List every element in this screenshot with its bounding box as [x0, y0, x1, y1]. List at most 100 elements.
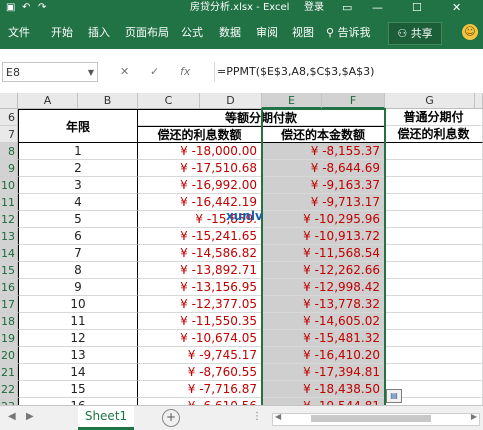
principal-cell[interactable]: ¥ -8,644.69: [262, 160, 385, 177]
row-header[interactable]: 21: [0, 364, 18, 381]
principal-cell[interactable]: ¥ -8,155.37: [262, 143, 385, 160]
row-header[interactable]: 16: [0, 279, 18, 296]
column-header-b[interactable]: B: [78, 93, 138, 109]
empty-cell-g[interactable]: [385, 177, 483, 194]
feedback-smiley-icon[interactable]: ☺: [462, 24, 478, 40]
cancel-icon[interactable]: ✕: [120, 64, 129, 80]
interest-cell[interactable]: ¥ -8,760.55: [138, 364, 262, 381]
row-header[interactable]: 11: [0, 194, 18, 211]
year-cell[interactable]: 11: [18, 313, 138, 330]
close-button[interactable]: ✕: [452, 0, 461, 16]
year-cell[interactable]: 1: [18, 143, 138, 160]
year-cell[interactable]: 13: [18, 347, 138, 364]
principal-cell[interactable]: ¥ -9,713.17: [262, 194, 385, 211]
chevron-down-icon[interactable]: ▼: [88, 63, 94, 83]
principal-cell[interactable]: ¥ -16,410.20: [262, 347, 385, 364]
minimize-button[interactable]: —: [372, 0, 383, 16]
row-header[interactable]: 23: [0, 398, 18, 405]
empty-cell-g[interactable]: [385, 296, 483, 313]
empty-cell-g[interactable]: [385, 228, 483, 245]
row-header[interactable]: 18: [0, 313, 18, 330]
horizontal-scrollbar[interactable]: ◀ ▶: [272, 412, 480, 426]
principal-cell[interactable]: ¥ -10,913.72: [262, 228, 385, 245]
year-cell[interactable]: 8: [18, 262, 138, 279]
principal-cell[interactable]: ¥ -17,394.81: [262, 364, 385, 381]
name-box[interactable]: E8 ▼: [2, 62, 98, 82]
formula-input[interactable]: =PPMT($E$3,A8,$C$3,$A$3): [214, 62, 483, 82]
empty-cell-g[interactable]: [385, 194, 483, 211]
tab-scroll-left-icon[interactable]: ◀: [8, 410, 16, 424]
column-header-c[interactable]: C: [138, 93, 200, 109]
interest-cell[interactable]: ¥ -14,586.82: [138, 245, 262, 262]
row-header[interactable]: 13: [0, 228, 18, 245]
row-header[interactable]: 9: [0, 160, 18, 177]
principal-cell[interactable]: ¥ -19,544.81: [262, 398, 385, 405]
column-header-d[interactable]: D: [200, 93, 262, 109]
select-all-corner[interactable]: [0, 93, 18, 109]
year-cell[interactable]: 12: [18, 330, 138, 347]
principal-cell[interactable]: ¥ -15,481.32: [262, 330, 385, 347]
column-header-f[interactable]: F: [322, 93, 385, 109]
empty-cell-g[interactable]: [385, 262, 483, 279]
tell-me-box[interactable]: ⚲ 告诉我: [326, 16, 371, 49]
column-header-g[interactable]: G: [385, 93, 475, 109]
row-header[interactable]: 12: [0, 211, 18, 228]
worksheet-grid[interactable]: ABCDEFG678910111213141516171819202122232…: [0, 93, 483, 405]
row-header[interactable]: 10: [0, 177, 18, 194]
empty-cell-g[interactable]: [385, 143, 483, 160]
tab-split-handle-icon[interactable]: ⋮: [252, 410, 262, 424]
row-header[interactable]: 19: [0, 330, 18, 347]
interest-cell[interactable]: ¥ -6,610.56: [138, 398, 262, 405]
share-button[interactable]: ⚇ 共享: [388, 22, 442, 45]
scrollbar-thumb[interactable]: [311, 415, 431, 422]
row-header[interactable]: 14: [0, 245, 18, 262]
interest-cell[interactable]: ¥ -11,550.35: [138, 313, 262, 330]
principal-cell[interactable]: ¥ -10,295.96: [262, 211, 385, 228]
tab-view[interactable]: 视图: [292, 16, 314, 49]
principal-cell[interactable]: ¥ -11,568.54: [262, 245, 385, 262]
enter-check-icon[interactable]: ✓: [150, 64, 159, 80]
empty-cell-g[interactable]: [385, 364, 483, 381]
redo-icon[interactable]: ↷: [38, 1, 46, 15]
row-header[interactable]: 20: [0, 347, 18, 364]
empty-cell-g[interactable]: [385, 330, 483, 347]
principal-cell[interactable]: ¥ -13,778.32: [262, 296, 385, 313]
scroll-left-arrow-icon[interactable]: ◀: [275, 412, 281, 421]
tab-file[interactable]: 文件: [8, 16, 30, 49]
row-header[interactable]: 8: [0, 143, 18, 160]
interest-cell[interactable]: ¥ -13,892.71: [138, 262, 262, 279]
tab-insert[interactable]: 插入: [88, 16, 110, 49]
year-cell[interactable]: 14: [18, 364, 138, 381]
quick-analysis-icon[interactable]: ▤: [386, 389, 402, 403]
row-header[interactable]: 17: [0, 296, 18, 313]
interest-cell[interactable]: ¥ -7,716.87: [138, 381, 262, 398]
tab-review[interactable]: 审阅: [256, 16, 278, 49]
row-header[interactable]: 22: [0, 381, 18, 398]
tab-data[interactable]: 数据: [219, 16, 241, 49]
principal-cell[interactable]: ¥ -12,998.42: [262, 279, 385, 296]
row-header[interactable]: 7: [0, 126, 18, 143]
year-cell[interactable]: 16: [18, 398, 138, 405]
interest-cell[interactable]: ¥ -15,241.65: [138, 228, 262, 245]
insert-function-icon[interactable]: fx: [180, 64, 190, 80]
empty-cell-g[interactable]: [385, 347, 483, 364]
ribbon-display-icon[interactable]: ▭: [342, 0, 352, 16]
row-header[interactable]: 15: [0, 262, 18, 279]
add-sheet-button[interactable]: +: [162, 409, 180, 427]
principal-cell[interactable]: ¥ -14,605.02: [262, 313, 385, 330]
year-cell[interactable]: 6: [18, 228, 138, 245]
maximize-button[interactable]: ☐: [412, 0, 422, 16]
empty-cell-g[interactable]: [385, 245, 483, 262]
interest-cell[interactable]: ¥ -9,745.17: [138, 347, 262, 364]
principal-cell[interactable]: ¥ -12,262.66: [262, 262, 385, 279]
interest-cell[interactable]: ¥ -10,674.05: [138, 330, 262, 347]
row-header[interactable]: 6: [0, 109, 18, 126]
tab-formulas[interactable]: 公式: [181, 16, 203, 49]
interest-cell[interactable]: ¥ -18,000.00: [138, 143, 262, 160]
tab-home[interactable]: 开始: [51, 16, 73, 49]
login-link[interactable]: 登录: [304, 0, 324, 16]
interest-cell[interactable]: ¥ -12,377.05: [138, 296, 262, 313]
undo-icon[interactable]: ↶: [22, 1, 30, 15]
year-cell[interactable]: 2: [18, 160, 138, 177]
year-cell[interactable]: 5: [18, 211, 138, 228]
